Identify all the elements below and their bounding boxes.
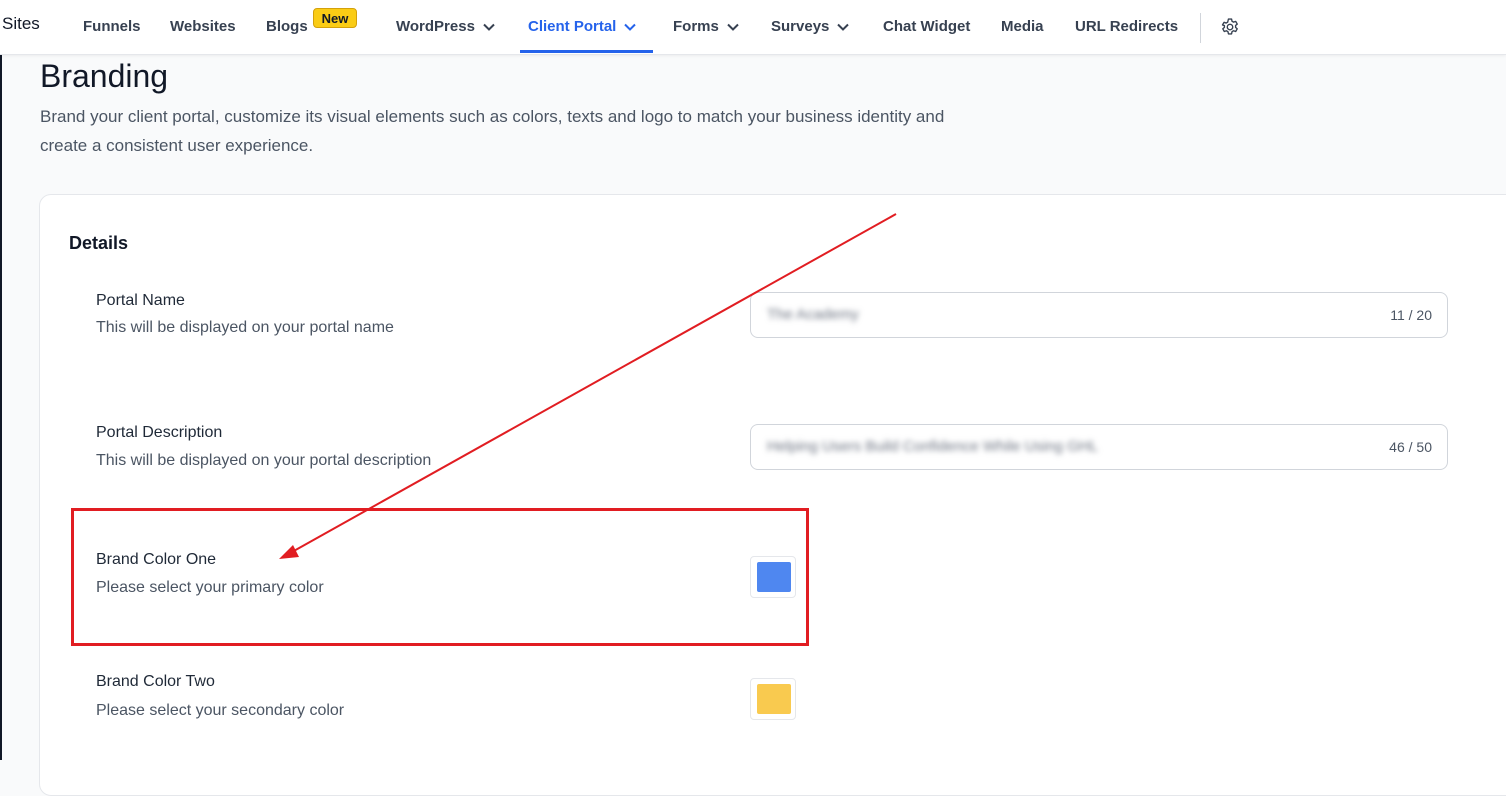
portal-name-value: The Academy	[767, 306, 859, 323]
nav-item-label: Surveys	[771, 18, 830, 35]
annotation-highlight-box	[71, 508, 809, 646]
chevron-down-icon	[727, 23, 739, 31]
top-navigation: Sites Funnels Websites Blogs New WordPre…	[0, 0, 1506, 55]
nav-item-label: WordPress	[396, 18, 475, 35]
nav-item-forms[interactable]: Forms	[673, 18, 739, 35]
portal-description-label: Portal Description	[96, 424, 223, 441]
page-description: Brand your client portal, customize its …	[40, 107, 945, 155]
brand-color-two-picker[interactable]	[750, 678, 796, 720]
brand-color-two-swatch	[757, 684, 791, 714]
page-title: Branding	[40, 58, 169, 94]
chevron-down-icon	[837, 23, 850, 31]
nav-item-client-portal[interactable]: Client Portal	[528, 18, 637, 35]
nav-item-media[interactable]: Media	[1001, 18, 1044, 35]
portal-name-counter: 11 / 20	[1390, 307, 1432, 323]
portal-name-help: This will be displayed on your portal na…	[96, 319, 394, 336]
nav-item-surveys[interactable]: Surveys	[771, 18, 850, 35]
gear-icon[interactable]	[1219, 16, 1241, 38]
nav-item-chat-widget[interactable]: Chat Widget	[883, 18, 970, 35]
nav-item-blogs[interactable]: Blogs	[266, 18, 308, 35]
chevron-down-icon	[483, 23, 495, 31]
brand-color-two-help: Please select your secondary color	[96, 702, 345, 719]
nav-item-wordpress[interactable]: WordPress	[396, 18, 495, 35]
portal-description-input[interactable]: Helping Users Build Confidence While Usi…	[750, 424, 1448, 470]
brand-color-two-label: Brand Color Two	[96, 673, 215, 690]
details-heading: Details	[69, 233, 129, 253]
nav-divider	[1200, 13, 1201, 43]
nav-item-url-redirects[interactable]: URL Redirects	[1075, 18, 1178, 35]
portal-name-label: Portal Name	[96, 292, 185, 309]
new-badge: New	[313, 8, 357, 28]
nav-item-websites[interactable]: Websites	[170, 18, 236, 35]
active-tab-indicator	[520, 50, 653, 53]
chevron-down-icon	[624, 23, 637, 31]
nav-item-label: Forms	[673, 18, 719, 35]
nav-item-funnels[interactable]: Funnels	[83, 18, 141, 35]
portal-description-value: Helping Users Build Confidence While Usi…	[767, 438, 1098, 455]
window-edge	[0, 0, 2, 760]
portal-description-help: This will be displayed on your portal de…	[96, 452, 432, 469]
portal-name-input[interactable]: The Academy 11 / 20	[750, 292, 1448, 338]
nav-item-label: Client Portal	[528, 18, 617, 35]
portal-description-counter: 46 / 50	[1389, 439, 1432, 455]
nav-brand: Sites	[2, 14, 40, 33]
